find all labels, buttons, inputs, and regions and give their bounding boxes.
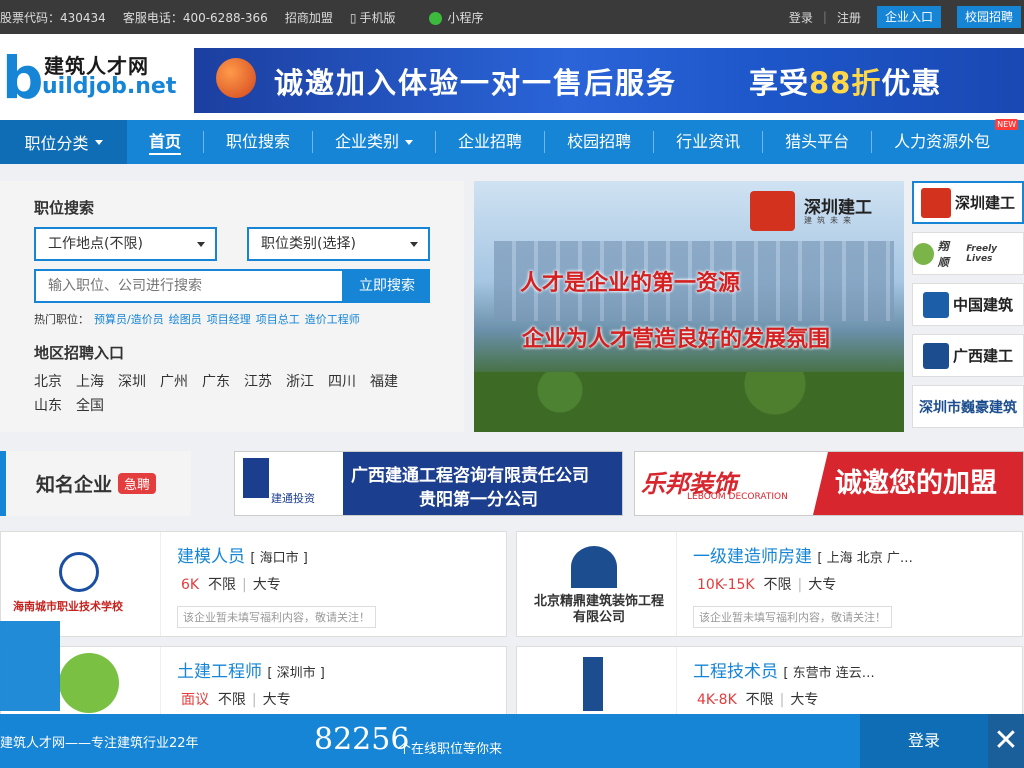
- header-banner[interactable]: 诚邀加入体验一对一售后服务 享受88折优惠: [194, 48, 1024, 113]
- main-nav: 职位分类 首页 职位搜索 企业类别 企业招聘 校园招聘 行业资讯 猎头平台 人力…: [0, 119, 1024, 164]
- bottom-bar: 建筑人才网——专注建筑行业22年 82256 个在线职位等你来 登录 ✕: [0, 714, 1024, 768]
- footer-login-button[interactable]: 登录: [860, 714, 988, 768]
- decorative-ball: [216, 58, 256, 98]
- hotline: 客服电话：400-6288-366: [122, 10, 268, 25]
- nav-job-search[interactable]: 职位搜索: [204, 131, 314, 153]
- search-input[interactable]: [34, 269, 344, 303]
- hero-slide[interactable]: 深圳建工 建筑未来 人才是企业的第一资源 企业为人才营造良好的发展氛围: [474, 181, 904, 432]
- new-badge: NEW: [995, 119, 1019, 130]
- hot-jobs: 热门职位： 预算员/造价员 绘图员 项目经理 项目总工 造价工程师: [34, 313, 360, 326]
- city-link[interactable]: 深圳: [118, 370, 146, 394]
- hot-job-link[interactable]: 造价工程师: [305, 313, 360, 326]
- divider: |: [822, 10, 827, 24]
- company-entry-button[interactable]: 企业入口: [876, 6, 941, 28]
- chevron-down-icon: [405, 140, 414, 145]
- login-link[interactable]: 登录: [789, 9, 813, 26]
- hot-job-link[interactable]: 预算员/造价员: [94, 313, 164, 326]
- nav-company-recruit[interactable]: 企业招聘: [436, 131, 546, 153]
- search-panel: 职位搜索 工作地点(不限) 职位类别(选择) 立即搜索 热门职位：预算员/造价员绘…: [0, 181, 464, 432]
- miniapp-link[interactable]: 小程序: [429, 9, 500, 26]
- job-card[interactable]: 海南城市职业技术学校 建模人员 [ 海口市 ] 6K 不限 | 大专 该企业暂未填写…: [0, 531, 507, 637]
- city-link[interactable]: 山东: [34, 394, 62, 418]
- dropdown-arrow-icon: [410, 242, 418, 247]
- search-button[interactable]: 立即搜索: [344, 269, 430, 303]
- dropdown-arrow-icon: [197, 242, 205, 247]
- nav-headhunter[interactable]: 猎头平台: [763, 131, 873, 153]
- slide-line1: 人才是企业的第一资源: [520, 271, 741, 296]
- brand-item[interactable]: 深圳建工: [912, 181, 1024, 224]
- chevron-down-icon: [94, 139, 103, 145]
- job-count-suffix: 个在线职位等你来: [398, 742, 503, 757]
- shenzhen-jiangong-logo: [750, 191, 795, 231]
- nav-news[interactable]: 行业资讯: [654, 131, 764, 153]
- city-link[interactable]: 浙江: [286, 370, 314, 394]
- brand-item[interactable]: 中国建筑: [912, 283, 1024, 326]
- ad-jiantong[interactable]: 建通投资 广西建通工程咨询有限责任公司 贵阳第一分公司: [234, 451, 623, 516]
- search-title: 职位搜索: [34, 199, 95, 217]
- city-link[interactable]: 广州: [160, 370, 188, 394]
- hot-job-link[interactable]: 绘图员: [169, 313, 202, 326]
- brand-item[interactable]: 翔顺 Freely Lives: [912, 232, 1024, 275]
- job-count: 82256: [314, 722, 410, 757]
- nav-home[interactable]: 首页: [127, 131, 205, 153]
- jobtype-select[interactable]: 职位类别(选择): [247, 227, 430, 261]
- nav-hr-outsource[interactable]: 人力资源外包 NEW: [872, 119, 1019, 153]
- miniapp-icon: [429, 11, 443, 25]
- company-logo: 北京精鼎建筑装饰工程有限公司: [517, 532, 677, 636]
- top-bar: 股票代码：430434 客服电话：400-6288-366 招商加盟 ▯ 手机版 …: [0, 0, 1024, 34]
- brand-item[interactable]: 广西建工: [912, 334, 1024, 377]
- city-link[interactable]: 北京: [34, 370, 62, 394]
- hot-job-link[interactable]: 项目总工: [256, 313, 300, 326]
- city-link[interactable]: 上海: [76, 370, 104, 394]
- city-link[interactable]: 全国: [76, 394, 104, 418]
- famous-companies-header: 知名企业 急聘: [0, 451, 191, 516]
- main-section: 职位搜索 工作地点(不限) 职位类别(选择) 立即搜索 热门职位：预算员/造价员绘…: [0, 181, 1024, 434]
- urgent-badge: 急聘: [118, 473, 157, 494]
- city-link[interactable]: 江苏: [244, 370, 272, 394]
- building-icon: [0, 621, 60, 711]
- trees: [474, 372, 904, 432]
- ad-leboom[interactable]: 乐邦装饰 LEBOOM DECORATION 诚邀您的加盟: [634, 451, 1024, 516]
- register-link[interactable]: 注册: [837, 9, 861, 26]
- nav-company-type[interactable]: 企业类别: [313, 131, 437, 153]
- location-select[interactable]: 工作地点(不限): [34, 227, 217, 261]
- site-logo[interactable]: b 建筑人才网 uildjob.net: [2, 48, 176, 108]
- mobile-link[interactable]: ▯ 手机版: [350, 9, 413, 26]
- brand-item[interactable]: 深圳市巍豪建筑: [912, 385, 1024, 428]
- category-dropdown[interactable]: 职位分类: [0, 120, 127, 164]
- city-list: 北京 上海 深圳 广州 广东 江苏 浙江 四川 福建山东 全国: [34, 370, 434, 418]
- hot-job-link[interactable]: 项目经理: [207, 313, 251, 326]
- city-link[interactable]: 广东: [202, 370, 230, 394]
- slide-line2: 企业为人才营造良好的发展氛围: [522, 327, 831, 352]
- jiantong-logo: [243, 458, 269, 498]
- join-link[interactable]: 招商加盟: [285, 9, 333, 26]
- phone-icon: ▯: [349, 10, 357, 25]
- nav-campus[interactable]: 校园招聘: [545, 131, 655, 153]
- city-link[interactable]: 福建: [370, 370, 398, 394]
- job-card[interactable]: 北京精鼎建筑装饰工程有限公司 一级建造师房建 [ 上海 北京 广… 10K-15…: [516, 531, 1023, 637]
- header: b 建筑人才网 uildjob.net 诚邀加入体验一对一售后服务 享受88折优…: [0, 34, 1024, 120]
- campus-button[interactable]: 校园招聘: [956, 6, 1021, 28]
- area-title: 地区招聘入口: [34, 344, 125, 362]
- stock-code: 股票代码：430434: [0, 10, 106, 25]
- city-link[interactable]: 四川: [328, 370, 356, 394]
- brand-list: 深圳建工 翔顺 Freely Lives 中国建筑 广西建工 深圳市巍豪建筑: [912, 181, 1024, 436]
- close-icon[interactable]: ✕: [988, 714, 1024, 768]
- footer-slogan: 建筑人才网——专注建筑行业22年: [0, 736, 199, 751]
